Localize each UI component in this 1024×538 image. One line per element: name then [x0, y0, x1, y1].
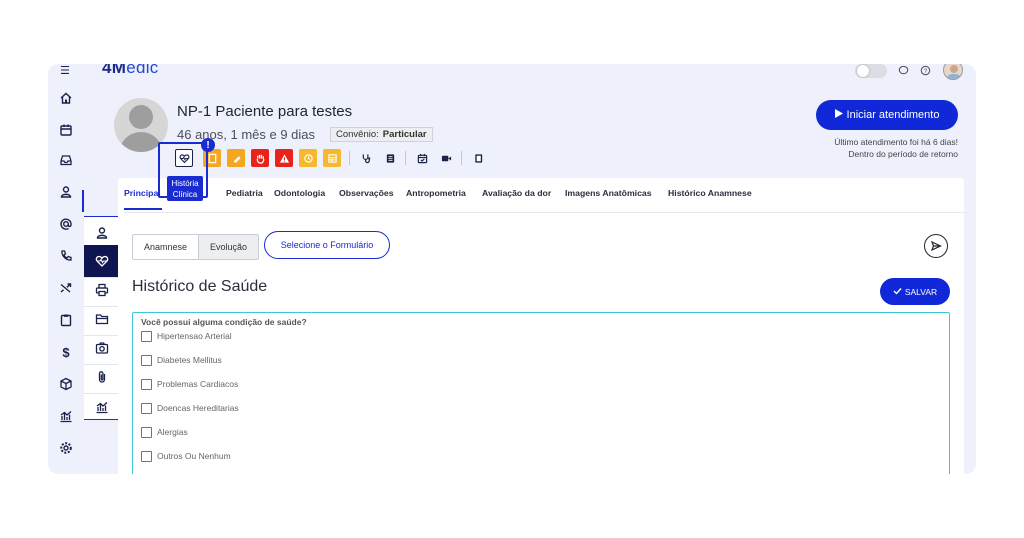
option-outros[interactable]: Outros Ou Nenhum — [141, 449, 231, 463]
list-document-icon[interactable] — [381, 149, 399, 167]
hamburger-icon[interactable]: ☰ — [60, 64, 72, 77]
eraser-icon[interactable] — [227, 149, 245, 167]
svg-text:?: ? — [924, 68, 928, 75]
patient-age: 46 anos, 1 mês e 9 dias — [177, 127, 316, 142]
question-label: Você possui alguma condição de saúde? — [141, 317, 307, 327]
chat-icon[interactable] — [898, 65, 909, 79]
action-separator — [461, 151, 462, 165]
user-avatar[interactable] — [943, 64, 963, 80]
tab-observacoes[interactable]: Observações — [339, 188, 394, 198]
health-question-box: Você possui alguma condição de saúde? Hi… — [132, 312, 950, 474]
tab-pediatria[interactable]: Pediatria — [226, 188, 263, 198]
action-separator — [349, 151, 350, 165]
active-tab-indicator — [124, 208, 162, 210]
segment-anamnese[interactable]: Anamnese — [133, 235, 199, 259]
checkbox[interactable] — [141, 450, 152, 462]
option-hipertensao[interactable]: Hipertensao Arterial — [141, 329, 232, 343]
sidebar-active-indicator — [82, 190, 84, 212]
tab-divider — [124, 212, 970, 213]
gear-icon[interactable] — [54, 436, 78, 460]
sub-chart-icon[interactable] — [84, 390, 119, 423]
theme-toggle[interactable] — [855, 64, 887, 78]
checkbox[interactable] — [141, 378, 152, 390]
convenio-badge: Convênio: Particular — [330, 127, 433, 142]
start-appointment-button[interactable]: Iniciar atendimento — [816, 100, 958, 130]
patient-name: NP-1 Paciente para testes — [177, 103, 353, 120]
patient-subsidebar — [84, 216, 120, 420]
option-hereditarias[interactable]: Doencas Hereditarias — [141, 401, 239, 415]
tab-historico-anamnese[interactable]: Histórico Anamnese — [668, 188, 752, 198]
action-separator — [405, 151, 406, 165]
convenio-value: Particular — [382, 129, 427, 140]
send-icon[interactable] — [924, 234, 948, 258]
book-icon[interactable] — [469, 149, 487, 167]
play-icon — [834, 109, 843, 121]
calendar-icon[interactable] — [54, 118, 78, 142]
top-bar: ☰ 4Medic ? — [48, 64, 976, 82]
home-icon[interactable] — [54, 86, 78, 110]
option-alergias[interactable]: Alergias — [141, 425, 188, 439]
start-appointment-label: Iniciar atendimento — [846, 109, 940, 121]
shuffle-icon[interactable] — [54, 276, 78, 300]
alert-badge[interactable]: ! — [201, 138, 215, 152]
app-logo[interactable]: 4Medic — [102, 64, 159, 78]
tab-odontologia[interactable]: Odontologia — [274, 188, 325, 198]
checkbox[interactable] — [141, 354, 152, 366]
chart-icon[interactable] — [54, 404, 78, 428]
clinical-history-tooltip: História Clínica — [167, 176, 203, 201]
inbox-icon[interactable] — [54, 148, 78, 172]
anamnese-segment: Anamnese Evolução — [132, 234, 260, 260]
save-label: SALVAR — [904, 286, 938, 297]
checkbox[interactable] — [141, 426, 152, 438]
tab-imagens-anatomicas[interactable]: Imagens Anatômicas — [565, 188, 652, 198]
option-cardiacos[interactable]: Problemas Cardiacos — [141, 377, 238, 391]
video-camera-icon[interactable] — [437, 149, 455, 167]
checkbox[interactable] — [141, 402, 152, 414]
save-button[interactable]: SALVAR — [880, 278, 950, 305]
main-sidebar: $ — [48, 82, 84, 474]
option-diabetes[interactable]: Diabetes Mellitus — [141, 353, 222, 367]
calendar-check-icon[interactable] — [413, 149, 431, 167]
at-icon[interactable] — [54, 212, 78, 236]
stethoscope-icon[interactable] — [357, 149, 375, 167]
box-icon[interactable] — [54, 372, 78, 396]
tab-antropometria[interactable]: Antropometria — [406, 188, 466, 198]
help-icon[interactable]: ? — [920, 65, 931, 79]
hand-stop-icon[interactable] — [251, 149, 269, 167]
last-appointment-note: Último atendimento foi há 6 dias! Dentro… — [834, 137, 958, 159]
tab-avaliacao-dor[interactable]: Avaliação da dor — [482, 188, 551, 198]
tab-principal[interactable]: Principal — [124, 188, 161, 198]
warning-icon[interactable] — [275, 149, 293, 167]
content-card: Principal Pediatria Odontologia Observaç… — [118, 178, 970, 474]
user-icon[interactable] — [54, 180, 78, 204]
history-icon[interactable] — [299, 149, 317, 167]
check-icon — [893, 287, 902, 297]
clipboard-icon[interactable] — [54, 308, 78, 332]
dollar-icon[interactable]: $ — [54, 340, 78, 364]
checkbox[interactable] — [141, 330, 152, 342]
phone-icon[interactable] — [54, 244, 78, 268]
segment-evolucao[interactable]: Evolução — [198, 235, 259, 259]
section-title: Histórico de Saúde — [132, 278, 268, 295]
table-icon[interactable] — [323, 149, 341, 167]
select-form-button[interactable]: Selecione o Formulário — [264, 231, 390, 259]
app-window: ☰ 4Medic ? $ NP-1 Paciente para testes 4… — [48, 64, 976, 474]
convenio-label: Convênio: — [336, 129, 379, 140]
